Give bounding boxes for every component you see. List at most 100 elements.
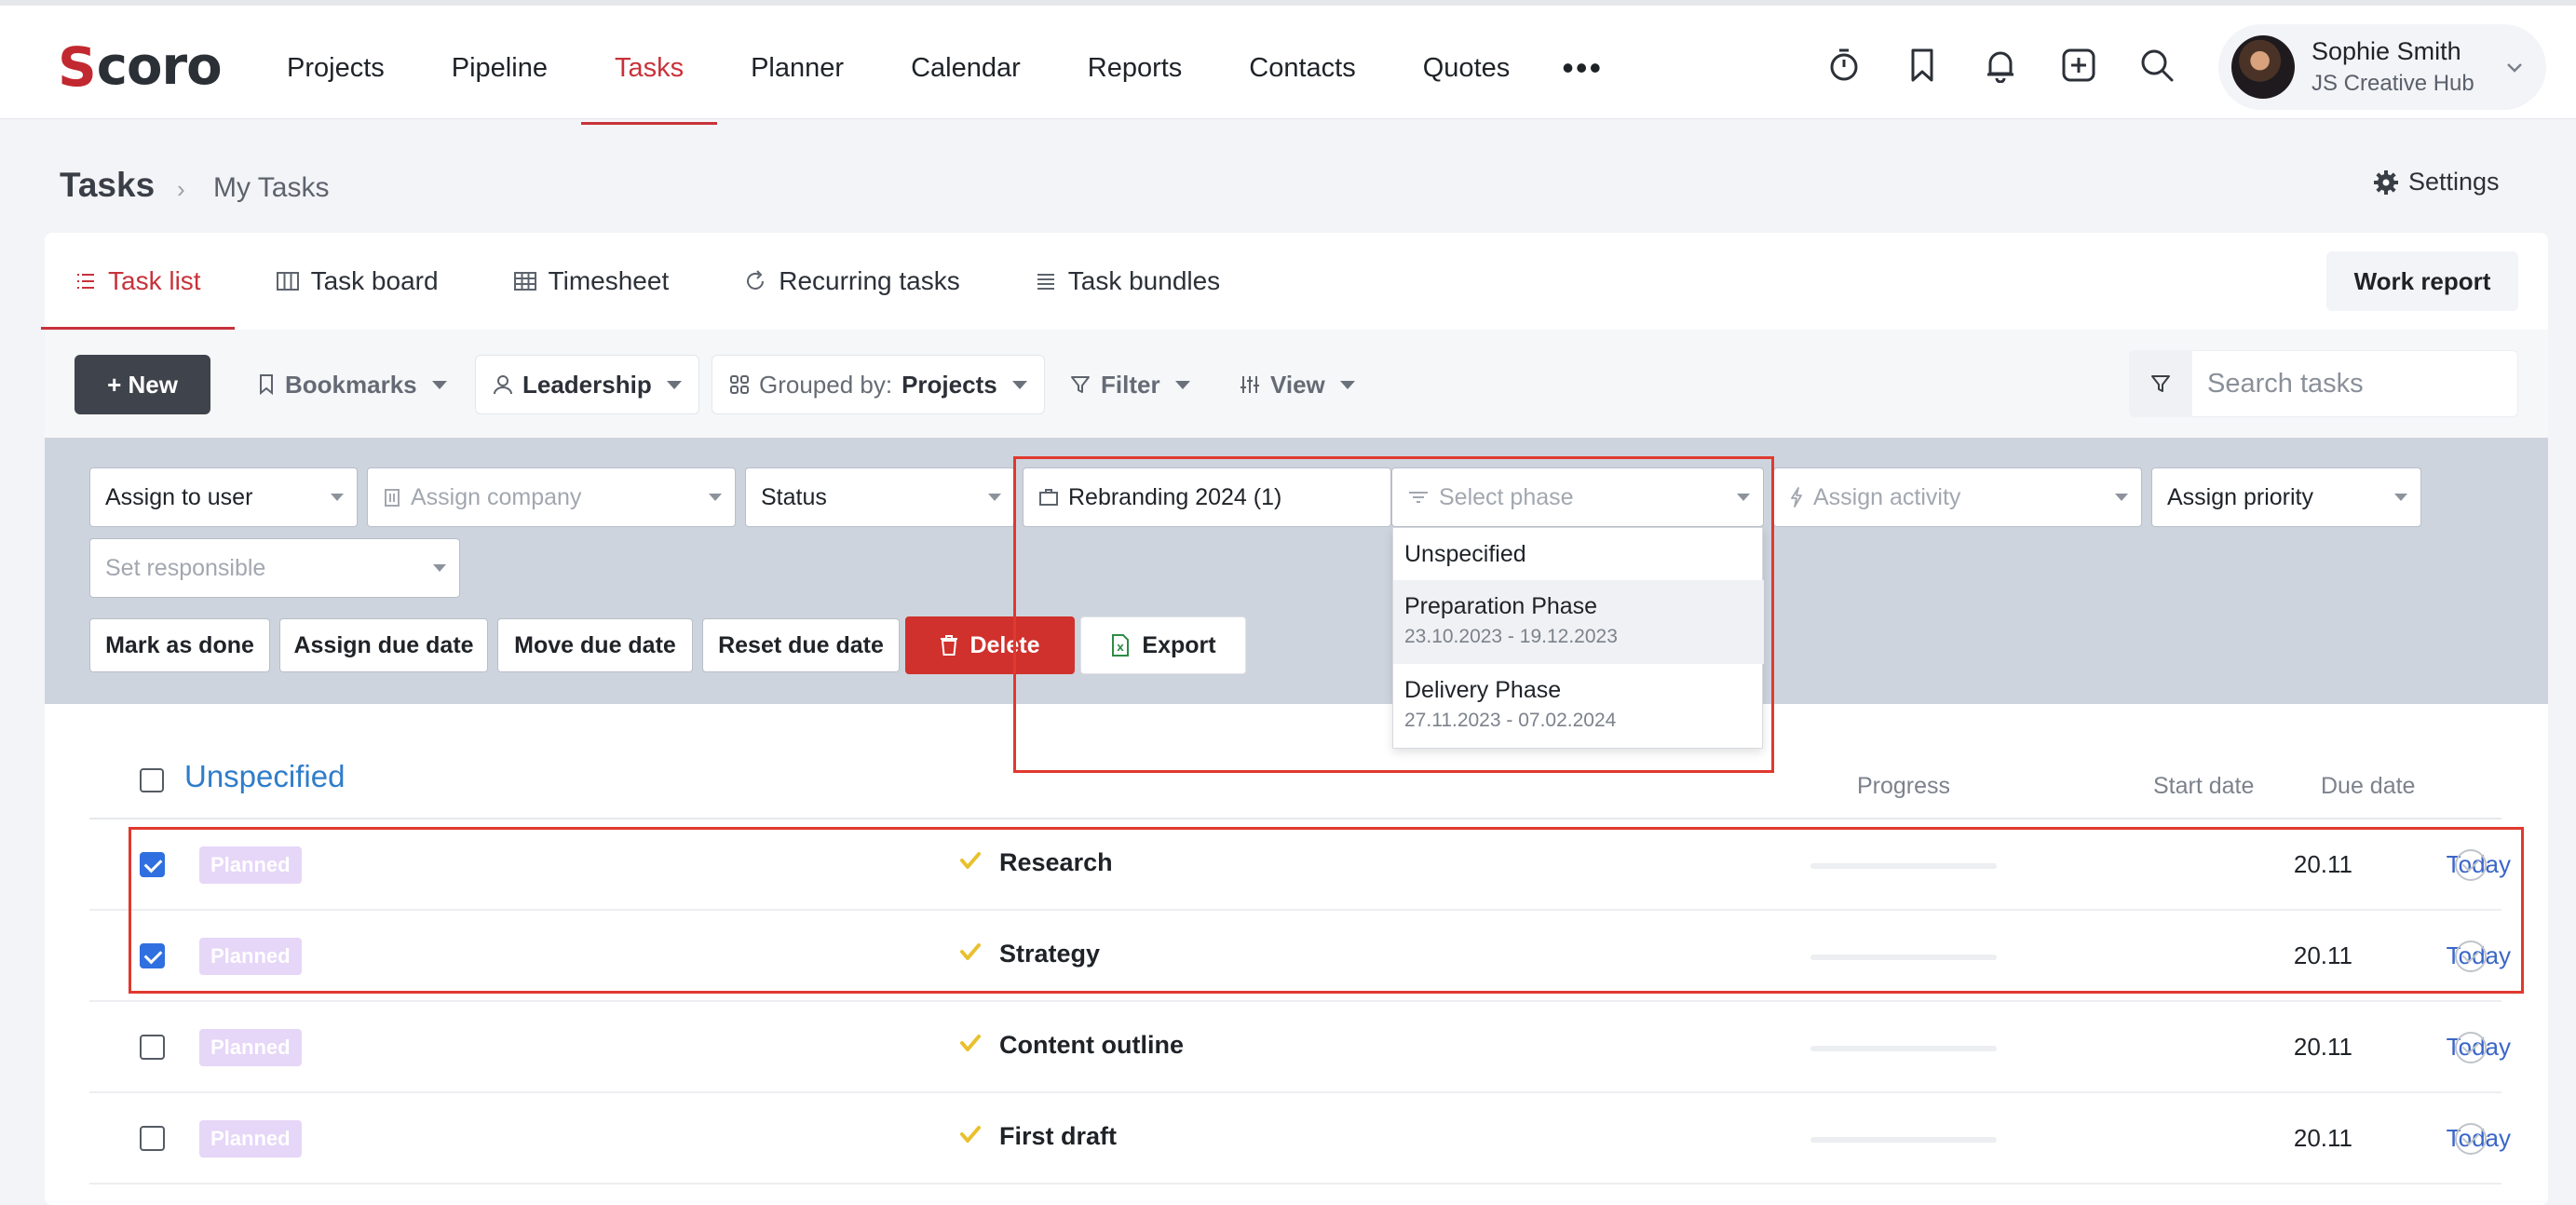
complete-task-icon[interactable] xyxy=(2455,1032,2487,1063)
assign-company-placeholder: Assign company xyxy=(411,483,582,510)
caret-down-icon xyxy=(2115,494,2128,501)
leadership-label: Leadership xyxy=(522,370,652,399)
bookmark-icon[interactable] xyxy=(1904,47,1941,84)
filter-icon xyxy=(2151,375,2170,392)
assign-activity-placeholder: Assign activity xyxy=(1813,483,1961,510)
nav-tasks[interactable]: Tasks xyxy=(580,11,718,125)
grouped-by-dropdown[interactable]: Grouped by: Projects xyxy=(712,355,1045,414)
tab-timesheet[interactable]: Timesheet xyxy=(513,233,670,330)
due-date[interactable]: Today xyxy=(2352,1033,2511,1062)
caret-down-icon xyxy=(431,380,447,389)
grouped-prefix: Grouped by: xyxy=(759,370,893,399)
bell-icon[interactable] xyxy=(1982,47,2019,84)
refresh-icon xyxy=(747,270,765,290)
tab-task-board[interactable]: Task board xyxy=(276,233,439,330)
assign-user-select[interactable]: Assign to user xyxy=(89,467,358,527)
row-checkbox[interactable] xyxy=(140,1035,165,1060)
set-responsible-placeholder: Set responsible xyxy=(105,554,266,581)
chevron-down-icon xyxy=(2507,63,2522,73)
move-due-date-button[interactable]: Move due date xyxy=(497,618,693,672)
search-filter-button[interactable] xyxy=(2129,350,2192,417)
filter-icon xyxy=(1071,376,1090,393)
settings-button[interactable]: Settings xyxy=(2373,168,2500,196)
scoro-logo[interactable]: Scoro xyxy=(58,35,223,99)
task-tabs: Task list Task board Timesheet Recurring… xyxy=(41,233,1295,330)
nav-calendar[interactable]: Calendar xyxy=(877,11,1054,125)
nav-projects[interactable]: Projects xyxy=(253,11,418,125)
bookmarks-label: Bookmarks xyxy=(285,370,417,399)
group-title[interactable]: Unspecified xyxy=(184,759,345,794)
nav-quotes[interactable]: Quotes xyxy=(1390,11,1544,125)
caret-down-icon xyxy=(988,494,1001,501)
nav-planner[interactable]: Planner xyxy=(717,11,877,125)
tab-label: Recurring tasks xyxy=(779,266,960,295)
logo-letter: S xyxy=(58,35,97,99)
assign-company-select[interactable]: Assign company xyxy=(367,467,736,527)
assign-due-date-button[interactable]: Assign due date xyxy=(279,618,488,672)
view-dropdown[interactable]: View xyxy=(1222,355,1372,414)
filter-dropdown[interactable]: Filter xyxy=(1052,355,1207,414)
bookmarks-dropdown[interactable]: Bookmarks xyxy=(240,355,464,414)
nav-icons xyxy=(1825,47,2176,84)
nav-more-icon[interactable]: ••• xyxy=(1543,11,1621,125)
group-icon xyxy=(730,375,749,394)
caret-down-icon xyxy=(433,564,446,572)
tab-label: Timesheet xyxy=(548,266,670,295)
trash-icon xyxy=(941,635,958,656)
nav-contacts[interactable]: Contacts xyxy=(1215,11,1389,125)
checkmark-icon xyxy=(960,1035,981,1051)
status-select[interactable]: Status xyxy=(745,467,1015,527)
status-badge: Planned xyxy=(199,1029,302,1066)
list-icon xyxy=(77,274,94,289)
assign-activity-select[interactable]: Assign activity xyxy=(1773,467,2142,527)
board-icon xyxy=(276,272,299,291)
mark-as-done-button[interactable]: Mark as done xyxy=(89,618,270,672)
timer-icon[interactable] xyxy=(1825,47,1863,84)
caret-down-icon xyxy=(331,494,344,501)
search-input[interactable] xyxy=(2194,350,2516,417)
lines-icon xyxy=(1037,274,1054,290)
reset-due-date-button[interactable]: Reset due date xyxy=(702,618,900,672)
assign-user-value: Assign to user xyxy=(105,483,253,510)
add-square-icon[interactable] xyxy=(2060,47,2097,84)
set-responsible-select[interactable]: Set responsible xyxy=(89,538,460,598)
logo-text: coro xyxy=(96,36,223,97)
tab-recurring-tasks[interactable]: Recurring tasks xyxy=(743,233,960,330)
status-value: Status xyxy=(761,483,827,510)
user-name: Sophie Smith xyxy=(2312,37,2461,65)
highlight-outline-selected-rows xyxy=(129,827,2524,994)
due-date[interactable]: Today xyxy=(2352,1124,2511,1153)
task-name[interactable]: First draft xyxy=(999,1122,1117,1151)
column-due-date[interactable]: Due date xyxy=(2321,773,2415,800)
search-icon[interactable] xyxy=(2138,47,2176,84)
group-select-all-checkbox[interactable] xyxy=(140,768,164,792)
breadcrumb-current: My Tasks xyxy=(213,172,330,203)
leadership-dropdown[interactable]: Leadership xyxy=(475,355,699,414)
grid-icon xyxy=(513,272,536,291)
gear-icon xyxy=(2374,169,2398,195)
page-title[interactable]: Tasks xyxy=(60,166,155,205)
building-icon xyxy=(383,487,401,508)
complete-task-icon[interactable] xyxy=(2455,1123,2487,1155)
user-menu[interactable]: Sophie Smith JS Creative Hub xyxy=(2218,24,2546,110)
column-progress[interactable]: Progress xyxy=(1857,773,1950,800)
tab-task-list[interactable]: Task list xyxy=(41,233,235,330)
assign-priority-select[interactable]: Assign priority xyxy=(2151,467,2421,527)
sliders-icon xyxy=(1241,376,1259,393)
tab-label: Task board xyxy=(310,266,439,295)
tab-task-bundles[interactable]: Task bundles xyxy=(1035,233,1220,330)
status-badge: Planned xyxy=(199,1120,302,1158)
column-start-date[interactable]: Start date xyxy=(2153,773,2254,800)
table-row[interactable]: Planned Content outline 20.11 Today xyxy=(89,1002,2511,1093)
table-row[interactable]: Planned First draft 20.11 Today xyxy=(89,1093,2511,1185)
row-checkbox[interactable] xyxy=(140,1126,165,1151)
task-name[interactable]: Content outline xyxy=(999,1031,1184,1060)
caret-down-icon xyxy=(1339,380,1355,389)
nav-reports[interactable]: Reports xyxy=(1054,11,1216,125)
checkmark-icon xyxy=(960,1126,981,1143)
breadcrumb-separator: › xyxy=(177,175,185,203)
work-report-button[interactable]: Work report xyxy=(2326,251,2518,311)
new-task-button[interactable]: + New xyxy=(75,355,210,414)
main-nav: Projects Pipeline Tasks Planner Calendar… xyxy=(253,11,1621,125)
nav-pipeline[interactable]: Pipeline xyxy=(418,11,581,125)
